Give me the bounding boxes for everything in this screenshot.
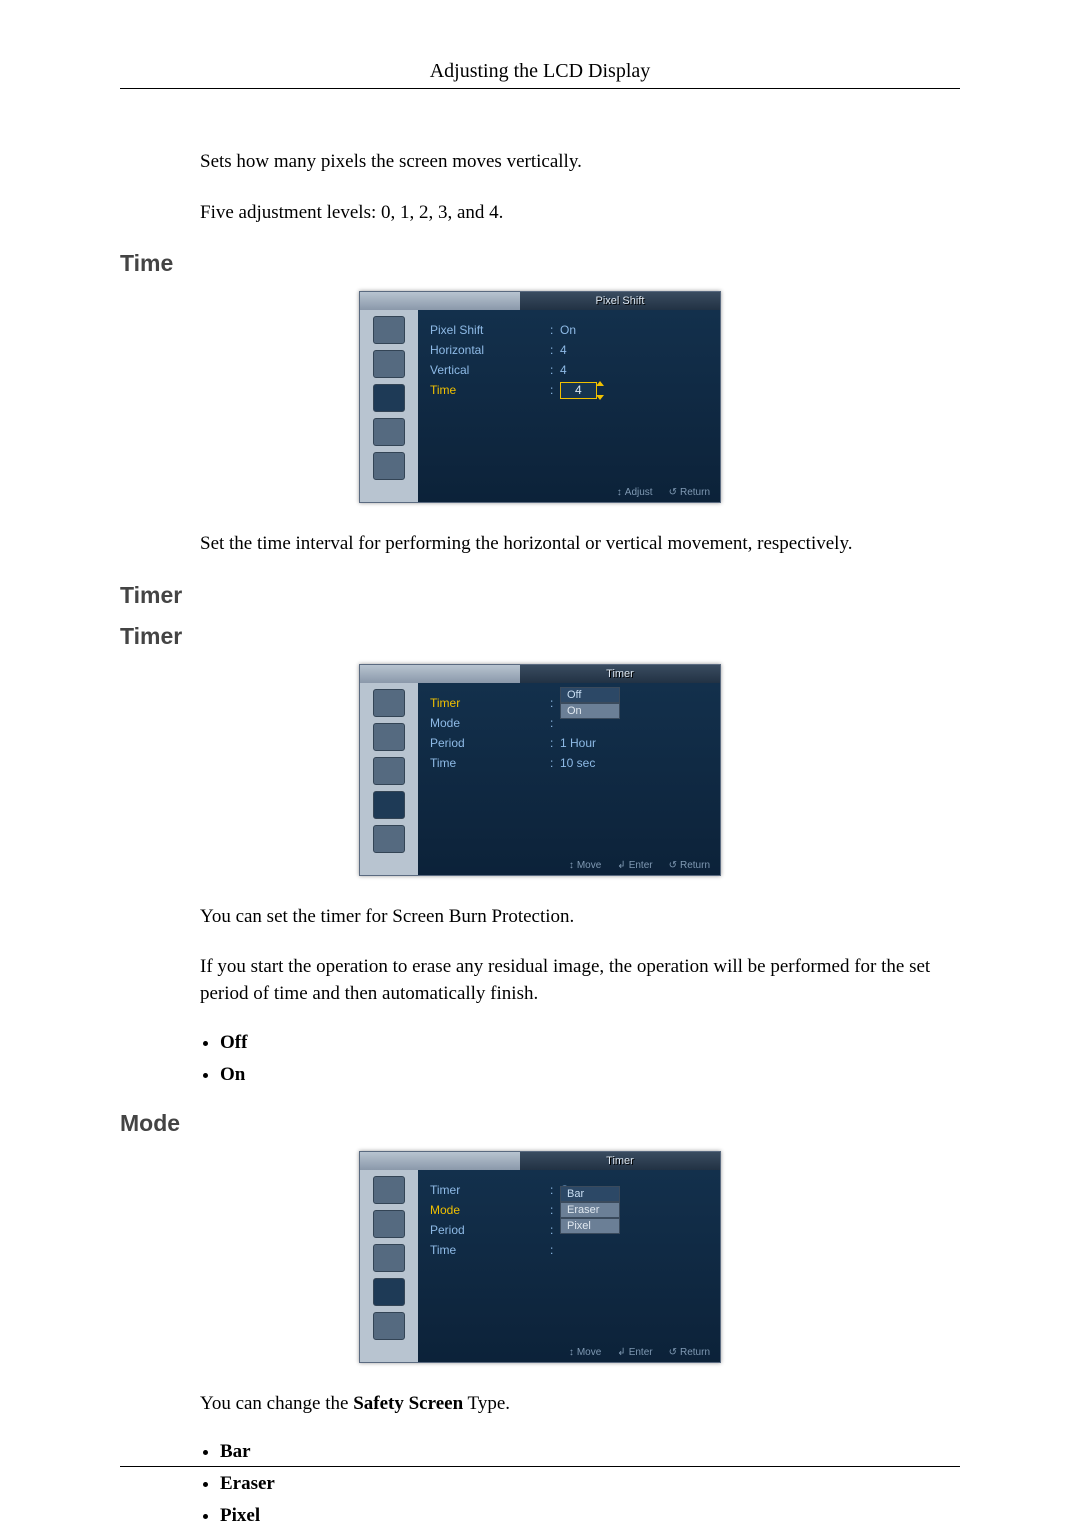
osd-footer-label: Enter <box>629 860 653 871</box>
page-header-title: Adjusting the LCD Display <box>120 60 960 89</box>
osd-icon-multi[interactable] <box>373 1312 405 1340</box>
osd-icon-input[interactable] <box>373 1176 405 1204</box>
osd-option[interactable]: Pixel <box>560 1218 620 1234</box>
heading-mode: Mode <box>120 1110 960 1137</box>
osd-icon-strip <box>360 1170 418 1362</box>
osd-icon-setup[interactable] <box>373 418 405 446</box>
osd-title: Timer <box>520 1152 720 1170</box>
osd-icon-multi[interactable] <box>373 825 405 853</box>
enter-icon <box>617 860 625 871</box>
osd-row-label: Timer <box>430 1183 550 1197</box>
osd-option[interactable]: Eraser <box>560 1202 620 1218</box>
mode-para-suffix: Type. <box>463 1393 510 1414</box>
osd-footer-label: Return <box>680 487 710 498</box>
mode-para-prefix: You can change the <box>200 1393 353 1414</box>
osd-icon-time[interactable] <box>373 384 405 412</box>
updown-icon <box>617 487 622 498</box>
osd-row-value: On <box>560 323 576 337</box>
osd-row-label: Vertical <box>430 363 550 377</box>
osd-row-label: Horizontal <box>430 343 550 357</box>
list-item: Pixel <box>220 1505 260 1526</box>
list-item: Bar <box>220 1441 251 1462</box>
heading-time: Time <box>120 250 960 277</box>
osd-row-label: Pixel Shift <box>430 323 550 337</box>
osd-footer-label: Move <box>577 1347 601 1358</box>
osd-timer: Timer Timer : Off On <box>359 664 721 876</box>
osd-pixel-shift: Pixel Shift Pixel Shift : On <box>359 291 721 503</box>
osd-row-value: 1 Hour <box>560 736 596 750</box>
osd-icon-strip <box>360 310 418 502</box>
osd-icon-time[interactable] <box>373 757 405 785</box>
return-icon <box>669 487 677 498</box>
mode-options-list: Bar Eraser Pixel <box>220 1441 960 1527</box>
intro-para-1: Sets how many pixels the screen moves ve… <box>200 149 960 176</box>
osd-icon-picture[interactable] <box>373 1210 405 1238</box>
enter-icon <box>617 1347 625 1358</box>
osd-icon-input[interactable] <box>373 316 405 344</box>
osd-option[interactable]: On <box>560 703 620 719</box>
timer-para-2: If you start the operation to erase any … <box>200 954 960 1007</box>
mode-para-bold: Safety Screen <box>353 1393 463 1414</box>
list-item: Eraser <box>220 1473 275 1494</box>
osd-row-label: Time <box>430 1243 550 1257</box>
osd-icon-multi[interactable] <box>373 452 405 480</box>
timer-para-1: You can set the timer for Screen Burn Pr… <box>200 904 960 931</box>
osd-row-label: Time <box>430 756 550 770</box>
return-icon <box>669 1347 677 1358</box>
updown-icon <box>569 860 574 871</box>
osd-icon-setup[interactable] <box>373 1278 405 1306</box>
osd-row-label-selected: Mode <box>430 1203 550 1217</box>
osd-dropdown[interactable]: Off On <box>560 687 620 719</box>
osd-title: Pixel Shift <box>520 292 720 310</box>
osd-row-label: Period <box>430 736 550 750</box>
osd-icon-picture[interactable] <box>373 350 405 378</box>
osd-footer-label: Adjust <box>625 487 653 498</box>
osd-icon-time[interactable] <box>373 1244 405 1272</box>
osd-row-label-selected: Timer <box>430 696 550 710</box>
timer-options-list: Off On <box>220 1032 960 1086</box>
mode-para: You can change the Safety Screen Type. <box>200 1391 960 1418</box>
osd-title: Timer <box>520 665 720 683</box>
updown-icon <box>569 1347 574 1358</box>
osd-icon-strip <box>360 683 418 875</box>
osd-footer-label: Return <box>680 1347 710 1358</box>
time-para: Set the time interval for performing the… <box>200 531 960 558</box>
osd-row-value: 4 <box>560 343 567 357</box>
osd-row-value: 10 sec <box>560 756 595 770</box>
heading-timer-2: Timer <box>120 623 960 650</box>
osd-row-label-selected: Time <box>430 383 550 397</box>
osd-option[interactable]: Off <box>560 687 620 703</box>
intro-para-2: Five adjustment levels: 0, 1, 2, 3, and … <box>200 200 960 227</box>
osd-icon-input[interactable] <box>373 689 405 717</box>
footer-rule <box>120 1466 960 1467</box>
osd-row-value: 4 <box>560 363 567 377</box>
osd-footer-label: Move <box>577 860 601 871</box>
osd-footer-label: Enter <box>629 1347 653 1358</box>
osd-row-label: Mode <box>430 716 550 730</box>
list-item: On <box>220 1064 245 1085</box>
osd-footer-label: Return <box>680 860 710 871</box>
osd-mode: Timer Timer : On Mode <box>359 1151 721 1363</box>
osd-icon-picture[interactable] <box>373 723 405 751</box>
osd-option[interactable]: Bar <box>560 1186 620 1202</box>
osd-dropdown[interactable]: Bar Eraser Pixel <box>560 1186 620 1234</box>
osd-spinner[interactable]: 4 <box>560 382 597 399</box>
heading-timer-1: Timer <box>120 582 960 609</box>
osd-icon-setup[interactable] <box>373 791 405 819</box>
list-item: Off <box>220 1032 247 1053</box>
return-icon <box>669 860 677 871</box>
osd-row-label: Period <box>430 1223 550 1237</box>
